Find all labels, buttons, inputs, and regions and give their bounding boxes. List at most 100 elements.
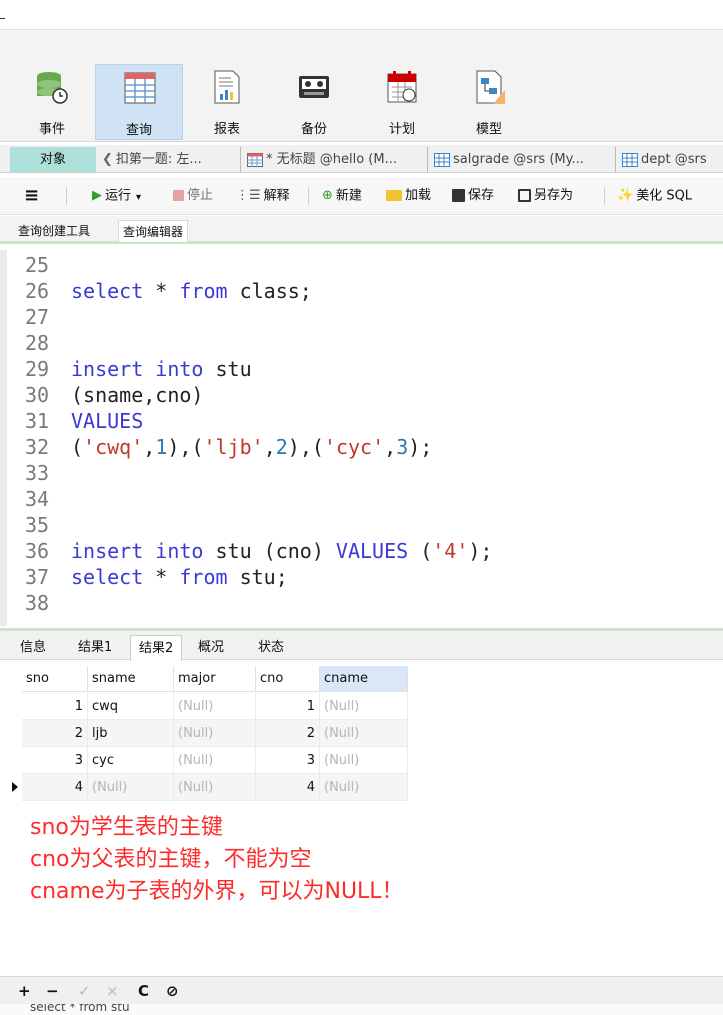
ribbon-event-label: 事件 [38,122,65,137]
cell-cno[interactable]: 3 [256,747,320,774]
cell-sname[interactable]: ljb [88,720,174,747]
run-button[interactable]: ▶ 运行 ▾ [92,186,141,206]
ribbon-schedule-button[interactable]: 计划 [358,64,446,140]
cell-cname[interactable]: (Null) [320,693,408,720]
cell-cname[interactable]: (Null) [320,747,408,774]
line-number: 26 [25,279,50,303]
code-line: 30 (sname,cno) [25,383,204,407]
stop-icon[interactable]: ⊘ [166,982,179,1000]
load-label: 加载 [405,188,432,203]
refresh-icon[interactable]: C [138,982,149,1000]
column-header-major[interactable]: major [174,666,256,692]
beautify-sql-button[interactable]: ✨ 美化 SQL [617,186,692,206]
load-button[interactable]: 加载 [386,186,431,206]
annotation-note: sno为学生表的主键 cno为父表的主键，不能为空 cname为子表的外界，可以… [30,812,404,908]
annotation-line: sno为学生表的主键 [30,815,223,840]
tab-objects[interactable]: 对象 [10,147,96,172]
add-record-icon[interactable]: + [18,982,31,1000]
cell-cname[interactable]: (Null) [320,720,408,747]
line-number: 30 [25,383,50,407]
menu-icon[interactable]: ≡ [24,186,39,206]
tab-label: * 无标题 @hello (M... [266,152,397,167]
cell-cname[interactable]: (Null) [320,774,408,801]
code-line: 31 VALUES [25,409,144,433]
line-number: 35 [25,513,50,537]
toolbar-separator [66,187,67,205]
tab-salgrade[interactable]: salgrade @srs (My... [427,147,584,172]
tab-query-builder[interactable]: 查询创建工具 [14,220,94,242]
main-ribbon: 事件 查询 报表 备份 计划 模型 [0,30,723,142]
tab-query-editor[interactable]: 查询编辑器 [118,220,189,242]
save-icon [452,189,465,202]
cell-sno[interactable]: 3 [22,747,88,774]
cell-major[interactable]: (Null) [174,720,256,747]
line-number: 36 [25,539,50,563]
cell-sno[interactable]: 4 [22,774,88,801]
tab-dept[interactable]: dept @srs [615,147,707,172]
ribbon-query-button[interactable]: 查询 [95,64,183,140]
line-number: 32 [25,435,50,459]
cell-cno[interactable]: 4 [256,774,320,801]
column-header-cname[interactable]: cname [320,666,408,692]
cell-sno[interactable]: 2 [22,720,88,747]
cell-major[interactable]: (Null) [174,693,256,720]
stop-label: 停止 [187,188,214,203]
cell-cno[interactable]: 2 [256,720,320,747]
run-label: 运行 [105,188,132,204]
apply-changes-icon[interactable]: ✓ [78,982,91,1000]
ribbon-event-button[interactable]: 事件 [8,64,96,140]
ribbon-backup-label: 备份 [300,122,327,137]
cell-sname[interactable]: (Null) [88,774,174,801]
cell-major[interactable]: (Null) [174,747,256,774]
ribbon-query-label: 查询 [125,123,152,138]
column-header-sname[interactable]: sname [88,666,174,692]
record-navigation-bar: + − ✓ × C ⊘ [0,976,723,1004]
code-line: 38 [25,590,71,616]
ribbon-report-button[interactable]: 报表 [183,64,271,140]
explain-button[interactable]: ⋮☰ 解释 [236,186,290,206]
line-number: 29 [25,357,50,381]
annotation-line: cno为父表的主键，不能为空 [30,847,312,872]
column-header-cno[interactable]: cno [256,666,320,692]
stop-button[interactable]: 停止 [173,186,213,206]
tab-status[interactable]: 状态 [250,635,292,661]
column-header-sno[interactable]: sno [22,666,88,692]
play-icon: ▶ [92,188,102,203]
folder-icon [386,190,402,201]
save-as-label: 另存为 [534,188,574,203]
chevron-down-icon[interactable]: ▾ [136,192,141,203]
tab-query-left[interactable]: ❮ 扣第一题: 左... [102,147,202,172]
cell-sname[interactable]: cyc [88,747,174,774]
window-edge-mark [0,18,5,19]
ribbon-schedule-label: 计划 [388,122,415,137]
ribbon-backup-button[interactable]: 备份 [270,64,358,140]
current-row-marker-icon [12,782,18,792]
tab-label: salgrade @srs (My... [453,152,584,167]
discard-changes-icon[interactable]: × [106,982,119,1000]
cell-cno[interactable]: 1 [256,693,320,720]
code-line: 25 [25,252,71,278]
delete-record-icon[interactable]: − [46,982,59,1000]
tab-untitled-query[interactable]: * 无标题 @hello (M... [240,147,397,172]
beautify-label: 美化 SQL [636,188,693,204]
code-line: 26 select * from class; [25,279,312,303]
results-tab-bar: 信息 结果1 结果2 概况 状态 [0,628,723,661]
tab-overview[interactable]: 概况 [190,635,232,661]
code-line: 35 [25,512,71,538]
document-tab-bar: 对象 ❮ 扣第一题: 左... * 无标题 @hello (M... salgra… [0,145,723,173]
window-top-strip [0,0,723,30]
tab-info[interactable]: 信息 [12,635,54,661]
toolbar-separator [604,187,605,205]
tab-result-2[interactable]: 结果2 [130,635,183,661]
status-query-text: select * from stu [30,1004,130,1014]
new-button[interactable]: ⊕ 新建 [322,186,362,206]
tab-result-1[interactable]: 结果1 [70,635,120,661]
cell-major[interactable]: (Null) [174,774,256,801]
sql-editor[interactable]: 25 26 select * from class; 27 28 29 insert… [0,250,723,626]
cell-sname[interactable]: cwq [88,693,174,720]
ribbon-model-button[interactable]: 模型 [445,64,533,140]
save-button[interactable]: 保存 [452,186,494,206]
cell-sno[interactable]: 1 [22,693,88,720]
save-as-button[interactable]: 另存为 [518,186,573,206]
explain-label: 解释 [263,188,290,204]
